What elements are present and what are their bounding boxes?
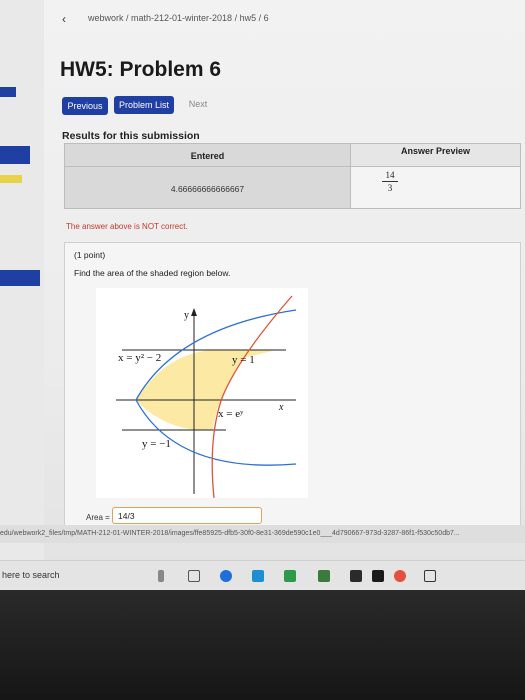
problem-text: Find the area of the shaded region below…	[74, 268, 231, 278]
curve-exponential	[211, 295, 293, 498]
answer-preview-fraction: 14 3	[380, 170, 400, 193]
sidebar-marker	[0, 87, 16, 97]
curve1-label: x = y² − 2	[118, 352, 162, 364]
preview-denominator: 3	[387, 183, 393, 193]
chrome-icon[interactable]	[394, 570, 406, 582]
task-view-icon[interactable]	[188, 570, 200, 582]
edge-icon[interactable]	[220, 570, 232, 582]
microphone-icon[interactable]	[158, 570, 164, 582]
sidebar-marker	[0, 146, 30, 164]
problem-points: (1 point)	[74, 250, 106, 260]
store-icon[interactable]	[252, 570, 264, 582]
results-heading: Results for this submission	[62, 130, 200, 142]
next-button[interactable]: Next	[184, 95, 212, 113]
breadcrumb[interactable]: webwork / math-212-01-winter-2018 / hw5 …	[88, 13, 269, 23]
y-axis-label: y	[184, 310, 189, 321]
problem-list-button[interactable]: Problem List	[114, 96, 174, 114]
preview-numerator: 14	[385, 170, 395, 180]
app-icon[interactable]	[372, 570, 384, 582]
status-url: edu/webwork2_files/tmp/MATH-212-01-WINTE…	[0, 525, 525, 543]
line-bottom-label: y = −1	[142, 438, 171, 450]
taskbar: here to search	[0, 560, 525, 590]
results-table: Entered Answer Preview 4.66666666666667	[64, 143, 521, 209]
area-input[interactable]: 14/3	[112, 507, 262, 524]
figure-graph	[116, 295, 297, 498]
app-icon[interactable]	[284, 570, 296, 582]
page-title: HW5: Problem 6	[60, 58, 222, 81]
mail-icon[interactable]	[350, 570, 362, 582]
answer-preview-header: Answer Preview	[351, 144, 520, 167]
curve2-label: x = eʸ	[218, 408, 244, 420]
fraction-bar	[382, 181, 398, 182]
area-label: Area =	[86, 513, 110, 522]
result-message: The answer above is NOT correct.	[66, 222, 188, 231]
y-axis-arrow	[191, 308, 197, 316]
app-icon[interactable]	[424, 570, 436, 582]
x-axis-label: x	[279, 402, 284, 413]
previous-button[interactable]: Previous	[62, 97, 108, 115]
monitor-bezel	[0, 590, 525, 700]
app-icon[interactable]	[318, 570, 330, 582]
line-top-label: y = 1	[232, 354, 255, 366]
entered-header: Entered	[65, 144, 351, 167]
screen: ‹ webwork / math-212-01-winter-2018 / hw…	[0, 0, 525, 590]
problem-figure: y x x = y² − 2 y = 1 x = eʸ y = −1	[96, 288, 308, 498]
sidebar-marker	[0, 175, 22, 183]
taskbar-search[interactable]: here to search	[2, 570, 60, 580]
entered-value: 4.66666666666667	[65, 167, 351, 208]
sidebar-marker	[0, 270, 40, 286]
back-chevron-icon[interactable]: ‹	[62, 13, 72, 26]
answer-preview-cell	[351, 167, 520, 208]
